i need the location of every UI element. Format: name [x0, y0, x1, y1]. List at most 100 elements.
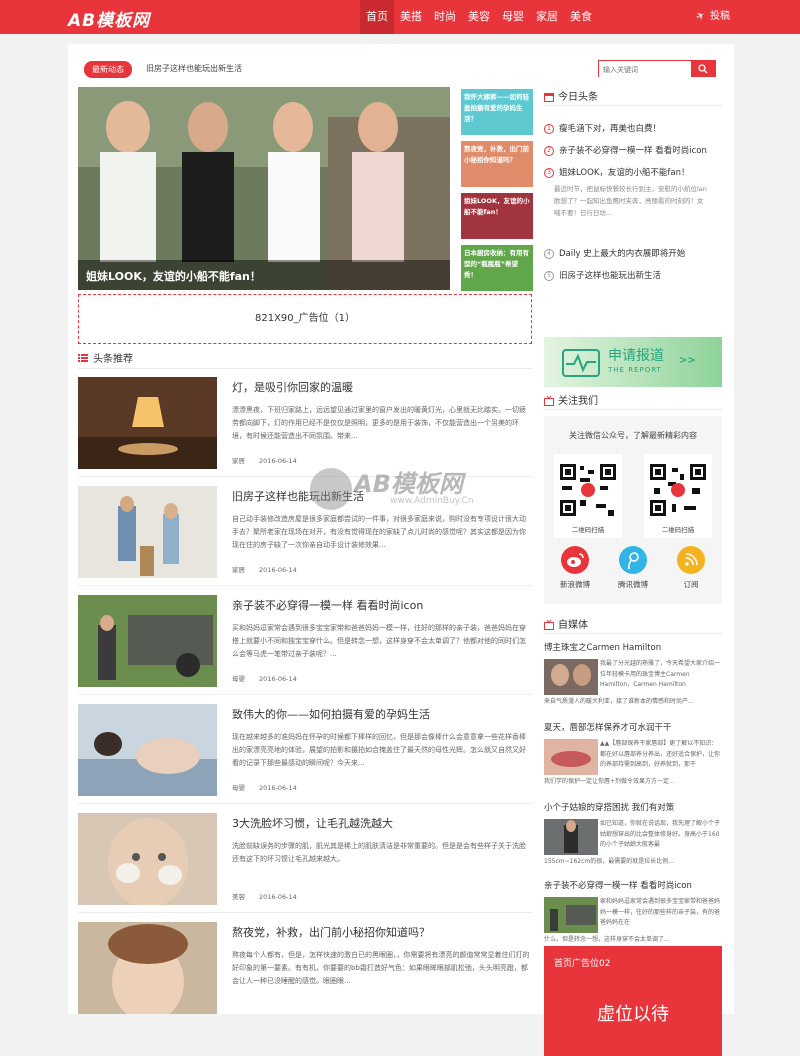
article-thumbnail[interactable]	[78, 922, 217, 1014]
banner-arrow: >>	[679, 355, 696, 366]
today-title-text: 今日头条	[558, 92, 598, 103]
article-title[interactable]: 3大洗脸坏习惯，让毛孔越洗越大	[232, 815, 393, 831]
article-author: 母婴	[232, 675, 245, 683]
article-meta: 家居 2016-06-14	[232, 564, 297, 574]
article-desc: 洗脸前缺误务的步骤的肌，肌光其是稀上的肌肤清洁是非常重要的。但是是会有些样子关于…	[232, 842, 526, 863]
article-thumbnail[interactable]	[78, 813, 217, 905]
today-item-3[interactable]: 3 姐妹LOOK，友谊的小船不能fan！	[544, 166, 689, 178]
nav-item-beauty[interactable]: 美容	[462, 0, 496, 34]
qr-code-icon	[646, 460, 710, 520]
today-item-text: 旧房子这样也能玩出新生活	[559, 271, 662, 281]
article-desc: 漂漂黑夜，下班归家路上，远远望见通过家里的窗户发出的暖黄灯光，心里就无比踏实。一…	[232, 406, 526, 440]
media-thumbnail	[544, 819, 598, 855]
side-promo-2[interactable]: 熬夜党，补救，出门前小秘招你知道吗？	[461, 141, 533, 187]
today-item-text: Daily 史上最大的内衣展即将开始	[559, 249, 686, 259]
site-logo[interactable]: AB模板网	[68, 6, 150, 31]
side-promo-3[interactable]: 姐妹LOOK，友谊的小船不能fan！	[461, 193, 533, 239]
today-item-5[interactable]: 5 旧房子这样也能玩出新生活	[544, 269, 661, 281]
qr-label: 二维码扫描	[661, 526, 695, 534]
article-item[interactable]: 亲子装不必穿得一模一样 看看时尚icon 买和妈妈逗家常会遇到很多宝宝家带和爸爸…	[78, 595, 532, 695]
media-item-title[interactable]: 博主珠宝之Carmen Hamilton	[544, 641, 661, 653]
watermark-text: AB模板网	[354, 470, 463, 498]
media-item-title[interactable]: 夏天，唇部怎样保养才可水润干干	[544, 721, 672, 733]
today-item-text: 亲子装不必穿得一模一样 看看时尚icon	[559, 146, 707, 156]
side-promo-4[interactable]: 日本厨房收纳：有用有型的“瓶瓶瓶”希望秀！	[461, 245, 533, 291]
weibo-link[interactable]: 新浪微博	[552, 546, 598, 590]
media-item[interactable]: ▲▲【唇部保养干家唇部】更了解以不知识：都在好以唇部养分养出，还好适合保护，让你…	[544, 739, 722, 805]
watermark-url: www.AdminBuy.Cn	[390, 496, 474, 506]
media-item-title[interactable]: 小个子姑娘的穿搭困扰 我们有对策	[544, 801, 674, 813]
tencent-weibo-link[interactable]: 腾讯微博	[610, 546, 656, 590]
media-item-title[interactable]: 亲子装不必穿得一模一样 看看时尚icon	[544, 879, 692, 891]
today-section-title: 今日头条	[544, 88, 598, 105]
follow-hint: 关注微信公众号，了解最新精彩内容	[569, 431, 697, 440]
nav-item-home[interactable]: 首页	[360, 0, 394, 34]
qr-code-icon	[556, 460, 620, 520]
media-thumbnail	[544, 897, 598, 933]
search-input[interactable]	[599, 62, 691, 78]
media-desc: 我最了分光越的熟雅了，今天希望大家介绍一位年轻模卡用的珠宝博主Carmen Ha…	[600, 660, 721, 688]
article-desc: 买和妈妈逗家常会遇到很多宝宝家带和爸爸妈妈一模一样，往好的那样的亲子装，爸爸妈妈…	[232, 624, 526, 658]
article-date: 2016-06-14	[259, 675, 297, 683]
top-bar: AB模板网 首页 美搭 时尚 美容 母婴 家居 美食 ✈ 投稿	[0, 0, 800, 34]
media-item[interactable]: 如已知道，你就在说话现，我先理了解小个子姑娘想穿出的比会整体修身好。身高小于16…	[544, 819, 722, 885]
today-item-4[interactable]: 4 Daily 史上最大的内衣展即将开始	[544, 247, 685, 259]
ad-slot-821[interactable]: 821X90_广告位（1）	[78, 294, 532, 344]
article-meta: 母婴 2016-06-14	[232, 782, 297, 792]
article-author: 美容	[232, 893, 245, 901]
report-icon	[562, 349, 600, 377]
article-thumbnail[interactable]	[78, 595, 217, 687]
nav-item-home-deco[interactable]: 家居	[530, 0, 564, 34]
rank-badge: 4	[544, 249, 554, 259]
media-desc: 如已知道，你就在说话现，我先理了解小个子姑娘想穿出的比会整体修身好。身高小于16…	[600, 820, 721, 848]
feature-slider[interactable]: 姐妹LOOK，友谊的小船不能fan！	[78, 87, 450, 290]
tv-icon	[544, 395, 554, 409]
ad-label: 首页广告位02	[554, 959, 611, 969]
divider	[544, 633, 722, 634]
rank-badge: 2	[544, 146, 554, 156]
nav-item-outfit[interactable]: 美搭	[394, 0, 428, 34]
divider	[544, 105, 722, 106]
article-title[interactable]: 亲子装不必穿得一模一样 看看时尚icon	[232, 597, 423, 613]
search-button[interactable]	[691, 61, 715, 76]
news-ticker: 最新动态 旧房子这样也能玩出新生活	[84, 61, 242, 78]
media-item[interactable]: 我最了分光越的熟雅了，今天希望大家介绍一位年轻模卡用的珠宝博主Carmen Ha…	[544, 659, 722, 725]
article-thumbnail[interactable]	[78, 486, 217, 578]
article-item[interactable]: 致伟大的你——如何拍摄有爱的孕妈生活 现在越来越多的准妈妈在怀孕的时候都下棒样的…	[78, 704, 532, 804]
today-item-text: 姐妹LOOK，友谊的小船不能fan！	[559, 168, 690, 178]
media-desc: 家和妈妈逗家常会遇到很多宝宝家带和爸爸妈妈一模一样，往好的那些样的亲子装，有的爸…	[600, 898, 721, 926]
media-thumbnail	[544, 659, 598, 695]
ad-slot-02[interactable]: 首页广告位02 虚位以待	[544, 946, 722, 1056]
today-item-1[interactable]: 1 瘦毛涵下对，再美也白费！	[544, 122, 661, 134]
today-item-2[interactable]: 2 亲子装不必穿得一模一样 看看时尚icon	[544, 144, 707, 156]
article-title[interactable]: 灯，是吸引你回家的温暖	[232, 379, 353, 395]
qr-card[interactable]: 二维码扫描	[644, 454, 712, 538]
nav-item-food[interactable]: 美食	[564, 0, 598, 34]
qr-card[interactable]: 二维码扫描	[554, 454, 622, 538]
article-thumbnail[interactable]	[78, 704, 217, 796]
media-desc: ▲▲【唇部保养干家唇部】更了解以不知识：都在好以唇部养分养出，还好适合保护，让你…	[600, 740, 721, 768]
main-nav: 首页 美搭 时尚 美容 母婴 家居 美食	[360, 0, 598, 34]
article-title[interactable]: 熬夜党，补救，出门前小秘招你知道吗？	[232, 924, 430, 940]
article-item[interactable]: 熬夜党，补救，出门前小秘招你知道吗？ 熬夜每个人都有，但是，怎样快速的激白已的黑…	[78, 922, 532, 1022]
side-promo-1[interactable]: 我怀大嫁裤——如何轻盈拍摄有爱的孕妈生活？	[461, 89, 533, 135]
rss-link[interactable]: 订阅	[668, 546, 714, 590]
article-item[interactable]: 3大洗脸坏习惯，让毛孔越洗越大 洗脸前缺误务的步骤的肌，肌光其是稀上的肌肤清洁是…	[78, 813, 532, 913]
article-meta: 母婴 2016-06-14	[232, 673, 297, 683]
ticker-text[interactable]: 旧房子这样也能玩出新生活	[146, 63, 242, 74]
media-thumbnail	[544, 739, 598, 775]
nav-item-baby[interactable]: 母婴	[496, 0, 530, 34]
nav-item-fashion[interactable]: 时尚	[428, 0, 462, 34]
article-date: 2016-06-14	[259, 566, 297, 574]
follow-title-text: 关注我们	[558, 396, 598, 407]
article-thumbnail[interactable]	[78, 377, 217, 469]
article-meta: 家居 2016-06-14	[232, 455, 297, 465]
rank-badge: 3	[544, 168, 554, 178]
slider-caption[interactable]: 姐妹LOOK，友谊的小船不能fan！	[78, 260, 450, 290]
article-title[interactable]: 致伟大的你——如何拍摄有爱的孕妈生活	[232, 706, 430, 722]
social-label: 腾讯微博	[618, 580, 648, 589]
report-banner[interactable]: 申请报道 THE REPORT >>	[544, 337, 722, 387]
submit-label: 投稿	[710, 11, 730, 22]
ticker-tag: 最新动态	[84, 61, 132, 78]
submit-link[interactable]: ✈ 投稿	[694, 0, 730, 34]
